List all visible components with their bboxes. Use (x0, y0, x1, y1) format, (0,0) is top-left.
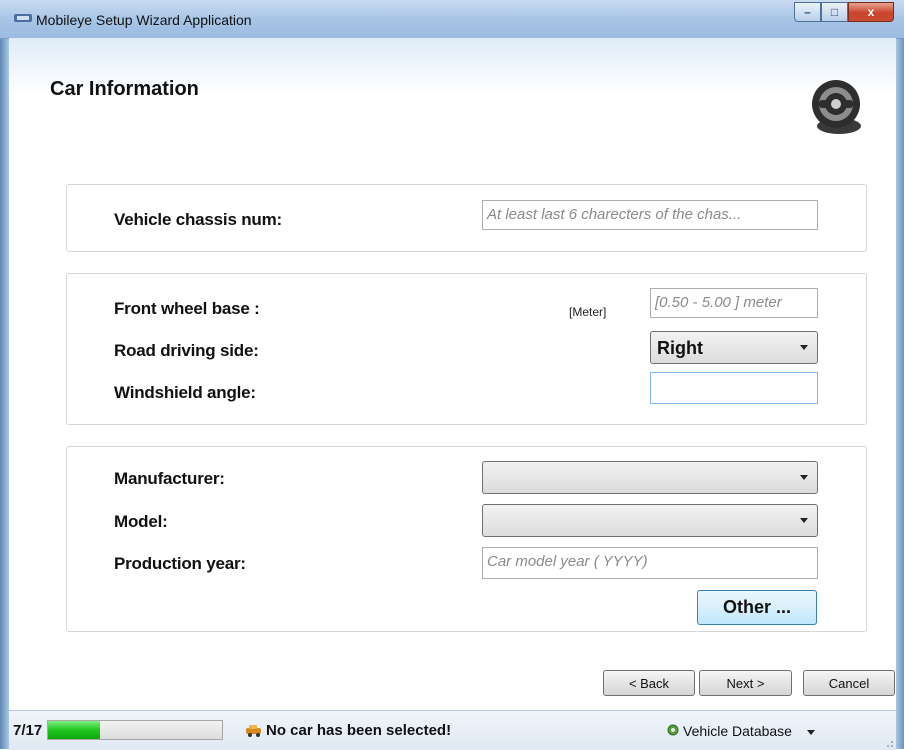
manufacturer-dropdown[interactable] (482, 461, 818, 494)
driving-side-dropdown[interactable]: Right (650, 331, 818, 364)
chassis-group: Vehicle chassis num: At least last 6 cha… (66, 184, 867, 252)
windshield-label: Windshield angle: (114, 383, 256, 402)
model-label: Model: (114, 512, 168, 531)
wizard-content: Car Information Vehicle chassis num: At … (9, 38, 896, 710)
minimize-icon: – (804, 5, 811, 19)
maximize-icon: □ (830, 5, 839, 19)
chevron-down-icon (800, 475, 808, 480)
window-right-border (896, 0, 904, 749)
driving-side-value: Right (657, 338, 703, 358)
next-button[interactable]: Next > (699, 670, 792, 696)
status-bar: 7/17 No car has been selected! Vehicle D… (9, 710, 896, 750)
chevron-down-icon (800, 518, 808, 523)
wheel-base-unit: [Meter] (569, 305, 607, 319)
status-message: No car has been selected! (266, 722, 452, 739)
step-counter: 7/17 (13, 722, 43, 739)
car-params-group: Front wheel base : [Meter] [0.50 - 5.00 … (66, 273, 867, 425)
manufacturer-label: Manufacturer: (114, 469, 225, 488)
chassis-input[interactable]: At least last 6 charecters of the chas..… (482, 200, 818, 230)
model-dropdown[interactable] (482, 504, 818, 537)
driving-side-label: Road driving side: (114, 341, 259, 360)
vehicle-database-menu[interactable]: Vehicle Database (683, 723, 792, 739)
gear-icon[interactable] (666, 723, 680, 737)
vehicle-group: Manufacturer: Model: Production year: Ca… (66, 446, 867, 632)
chassis-label: Vehicle chassis num: (114, 210, 282, 229)
back-button[interactable]: < Back (603, 670, 695, 696)
title-bar[interactable]: Mobileye Setup Wizard Application – □ x (0, 0, 904, 39)
progress-fill (48, 721, 101, 739)
windshield-input[interactable] (650, 372, 818, 404)
cancel-button[interactable]: Cancel (803, 670, 895, 696)
steering-wheel-icon (812, 80, 861, 134)
resize-grip-icon[interactable] (884, 738, 894, 748)
production-year-input[interactable]: Car model year ( YYYY) (482, 547, 818, 579)
window-left-border (0, 0, 9, 749)
chevron-down-icon[interactable] (807, 730, 815, 735)
close-button[interactable]: x (848, 2, 894, 22)
wizard-progress-bar (47, 720, 223, 740)
wheel-base-input[interactable]: [0.50 - 5.00 ] meter (650, 288, 818, 318)
close-icon: x (867, 5, 875, 19)
maximize-button[interactable]: □ (821, 2, 848, 22)
car-warning-icon (246, 725, 261, 737)
window-title: Mobileye Setup Wizard Application (36, 12, 252, 28)
wheel-base-label: Front wheel base : (114, 299, 260, 318)
chevron-down-icon (800, 345, 808, 350)
app-icon (14, 14, 32, 22)
window-buttons: – □ x (794, 2, 894, 22)
page-title: Car Information (50, 78, 199, 100)
minimize-button[interactable]: – (794, 2, 821, 22)
production-year-label: Production year: (114, 554, 246, 573)
other-button[interactable]: Other ... (697, 590, 817, 625)
